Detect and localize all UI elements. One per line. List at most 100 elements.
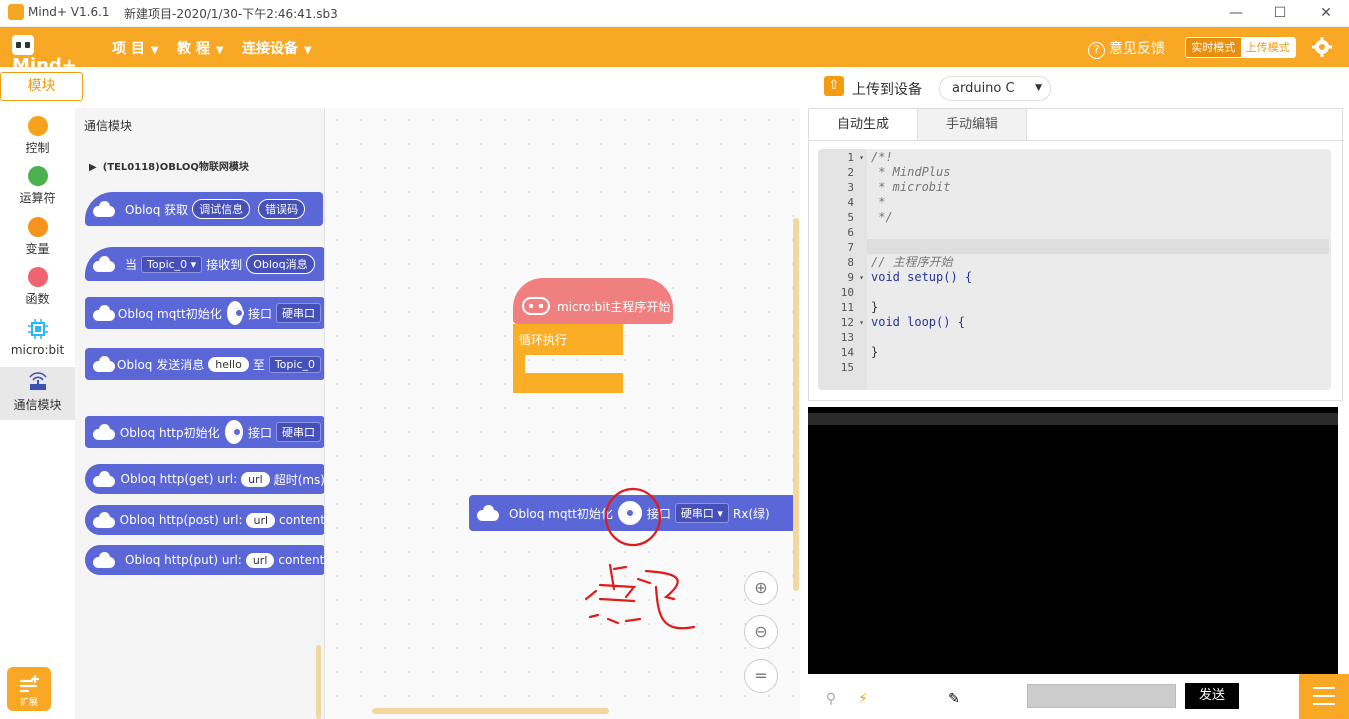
block-text: 接口 bbox=[247, 306, 272, 321]
topic-dropdown[interactable]: Topic_0 bbox=[268, 355, 321, 373]
palette-scrollbar[interactable] bbox=[316, 645, 321, 719]
fold-arrow-icon[interactable] bbox=[856, 225, 864, 240]
category-functions[interactable]: 函数 bbox=[0, 267, 75, 317]
line-number: 11 bbox=[840, 301, 854, 314]
fold-arrow-icon[interactable] bbox=[856, 195, 864, 210]
code-line: * MindPlus bbox=[871, 165, 951, 179]
port-dropdown[interactable]: 硬串口 bbox=[276, 303, 321, 323]
block-obloq-http-post[interactable]: Obloq http(post) url: url content bbox=[85, 505, 324, 535]
fold-arrow-icon[interactable] bbox=[856, 285, 864, 300]
block-obloq-send[interactable]: Obloq 发送消息 hello 至 Topic_0 bbox=[85, 348, 324, 380]
category-variables[interactable]: 变量 bbox=[0, 217, 75, 267]
line-number: 8 bbox=[847, 256, 854, 269]
wifi-cloud-icon bbox=[93, 201, 115, 217]
tab-manual-edit[interactable]: 手动编辑 bbox=[918, 109, 1027, 140]
block-input[interactable]: 调试信息 bbox=[192, 199, 251, 219]
code-workspace[interactable] bbox=[325, 108, 800, 719]
block-obloq-http-init[interactable]: Obloq http初始化 接口 硬串口 bbox=[85, 416, 324, 448]
fold-arrow-icon[interactable] bbox=[856, 360, 864, 375]
fold-arrow-icon[interactable] bbox=[856, 255, 864, 270]
zoom-in-button[interactable]: ⊕ bbox=[744, 571, 778, 605]
block-microbit-main-start[interactable]: micro:bit主程序开始 bbox=[513, 278, 673, 324]
handwritten-annotation bbox=[584, 487, 696, 630]
category-control[interactable]: 控制 bbox=[0, 116, 75, 166]
wifi-cloud-icon bbox=[93, 424, 115, 440]
block-input[interactable]: url bbox=[245, 552, 275, 568]
workspace-horizontal-scrollbar[interactable] bbox=[372, 708, 609, 714]
blocks-tab[interactable]: 模块 bbox=[0, 72, 83, 101]
block-input[interactable]: 错误码 bbox=[258, 199, 306, 219]
fold-arrow-icon[interactable]: ▾ bbox=[856, 150, 864, 165]
code-line: } bbox=[871, 300, 879, 314]
block-input[interactable]: url bbox=[241, 471, 270, 487]
send-button[interactable]: 发送 bbox=[1185, 683, 1239, 709]
fold-arrow-icon[interactable] bbox=[856, 165, 864, 180]
serial-monitor-header bbox=[808, 413, 1338, 425]
block-obloq-on-receive[interactable]: 当 Topic_0 ▾ 接收到 Obloq消息 bbox=[85, 247, 324, 281]
mode-switch[interactable]: 实时模式 上传模式 bbox=[1185, 37, 1296, 58]
file-title: 新建项目-2020/1/30-下午2:46:41.sb3 bbox=[124, 7, 338, 21]
fold-arrow-icon[interactable]: ▾ bbox=[856, 315, 864, 330]
block-input[interactable]: Obloq消息 bbox=[246, 254, 315, 274]
feedback-button[interactable]: ? 意见反馈 bbox=[1088, 38, 1165, 59]
menu-project-label: 项 目 bbox=[112, 41, 145, 57]
variables-dot-icon bbox=[27, 217, 48, 237]
settings-gear-icon[interactable] bbox=[1312, 37, 1332, 57]
settings-gear-icon[interactable] bbox=[224, 420, 243, 444]
block-obloq-mqtt-init[interactable]: Obloq mqtt初始化 接口 硬串口 bbox=[85, 297, 324, 329]
workspace-vertical-scrollbar[interactable] bbox=[793, 218, 799, 591]
board-select[interactable]: arduino C ▼ bbox=[939, 76, 1051, 101]
block-forever-loop[interactable]: 循环执行 bbox=[513, 324, 623, 393]
usb-icon[interactable]: ⚲ bbox=[817, 685, 845, 713]
block-obloq-http-put[interactable]: Obloq http(put) url: url content bbox=[85, 545, 324, 575]
feedback-label: 意见反馈 bbox=[1109, 41, 1165, 57]
category-communication[interactable]: 通信模块 bbox=[0, 367, 75, 420]
menu-project[interactable]: 项 目 ▼ bbox=[112, 38, 159, 58]
serial-monitor[interactable] bbox=[808, 407, 1338, 674]
port-dropdown[interactable]: 硬串口 bbox=[276, 422, 321, 442]
fold-arrow-icon[interactable] bbox=[856, 345, 864, 360]
upload-to-device-button[interactable]: 上传到设备 bbox=[852, 79, 922, 99]
category-operators[interactable]: 运算符 bbox=[0, 166, 75, 216]
upload-mode-button[interactable]: 上传模式 bbox=[1240, 38, 1295, 57]
fold-arrow-icon[interactable] bbox=[856, 210, 864, 225]
realtime-mode-button[interactable]: 实时模式 bbox=[1186, 38, 1241, 57]
close-button[interactable]: ✕ bbox=[1316, 4, 1336, 22]
category-microbit[interactable]: micro:bit bbox=[0, 317, 75, 367]
robot-icon bbox=[12, 35, 34, 55]
code-line: } bbox=[871, 345, 879, 359]
tab-auto-generate[interactable]: 自动生成 bbox=[809, 109, 918, 140]
menu-list-button[interactable] bbox=[1299, 674, 1349, 719]
fold-arrow-icon[interactable]: ▾ bbox=[856, 270, 864, 285]
block-input[interactable]: hello bbox=[208, 356, 249, 372]
line-number: 3 bbox=[847, 181, 854, 194]
topic-dropdown[interactable]: Topic_0 ▾ bbox=[141, 255, 203, 273]
fold-arrow-icon[interactable] bbox=[856, 300, 864, 315]
fold-arrow-icon[interactable] bbox=[856, 240, 864, 255]
upload-arrow-icon[interactable]: ⇧ bbox=[824, 76, 844, 96]
zoom-reset-button[interactable]: = bbox=[744, 659, 778, 693]
maximize-button[interactable]: ☐ bbox=[1270, 4, 1290, 22]
minimize-button[interactable]: — bbox=[1226, 4, 1246, 22]
menu-tutorial[interactable]: 教 程 ▼ bbox=[177, 38, 224, 58]
line-number: 1 bbox=[847, 151, 854, 164]
block-obloq-get[interactable]: Obloq 获取 调试信息 错误码 bbox=[85, 192, 323, 226]
line-number: 2 bbox=[847, 166, 854, 179]
block-text: 接收到 bbox=[206, 257, 243, 272]
palette-section-header[interactable]: ▶ (TEL0118)OBLOQ物联网模块 bbox=[89, 158, 249, 173]
fold-arrow-icon[interactable] bbox=[856, 180, 864, 195]
block-input[interactable]: url bbox=[246, 512, 276, 528]
category-label: 运算符 bbox=[19, 191, 56, 205]
palette-title: 通信模块 bbox=[84, 119, 133, 133]
menu-tutorial-label: 教 程 bbox=[177, 41, 210, 57]
fold-arrow-icon[interactable] bbox=[856, 330, 864, 345]
clear-output-icon[interactable]: ✎ bbox=[940, 685, 968, 713]
expand-arrow-icon: ▶ bbox=[89, 162, 97, 173]
settings-gear-icon[interactable] bbox=[226, 301, 244, 325]
extension-button[interactable]: 扩展 bbox=[7, 667, 51, 711]
block-obloq-http-get[interactable]: Obloq http(get) url: url 超时(ms) bbox=[85, 464, 324, 494]
disconnect-usb-icon[interactable]: ⚡ bbox=[849, 685, 877, 713]
zoom-out-button[interactable]: ⊖ bbox=[744, 615, 778, 649]
serial-send-input[interactable] bbox=[1027, 684, 1176, 708]
menu-connect-device[interactable]: 连接设备 ▼ bbox=[242, 38, 312, 58]
